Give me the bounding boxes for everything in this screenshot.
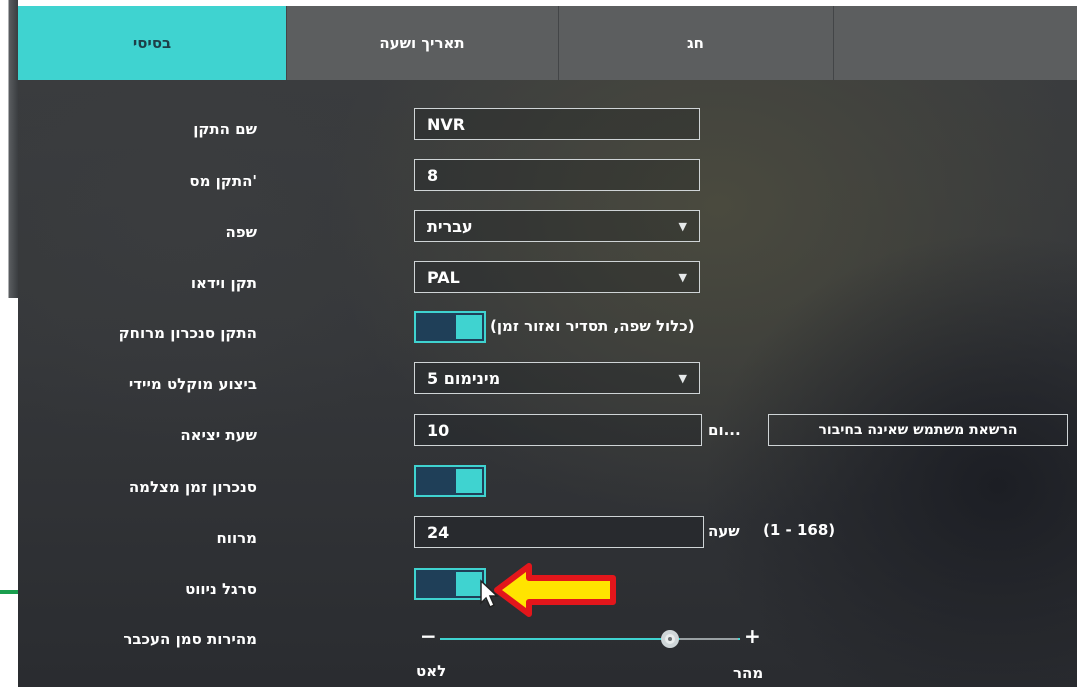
interval-field[interactable] xyxy=(414,516,704,548)
instant-playback-value: מינימום 5 xyxy=(427,368,501,388)
logout-time-input[interactable] xyxy=(427,420,689,440)
mouse-speed-decrease[interactable]: − xyxy=(420,624,437,648)
interval-unit: שעה xyxy=(708,522,740,540)
caret-down-icon: ▼ xyxy=(678,219,687,233)
nav-bar-label: סרגל ניווט xyxy=(185,580,257,598)
device-number-field[interactable] xyxy=(414,159,700,191)
language-value: עברית xyxy=(427,216,473,236)
arrow-left-icon xyxy=(494,563,616,617)
language-label: שפה xyxy=(225,223,257,241)
video-standard-select[interactable]: PAL ▼ xyxy=(414,261,700,293)
video-standard-value: PAL xyxy=(427,267,460,287)
interval-range: (1 - 168) xyxy=(763,521,836,539)
tab-basic[interactable]: בסיסי xyxy=(18,6,287,80)
nav-bar-toggle[interactable] xyxy=(414,568,486,600)
logout-time-unit: ...ום xyxy=(708,421,741,439)
mouse-speed-slow-label: לאט xyxy=(416,662,447,680)
interval-label: מרווח xyxy=(216,529,258,547)
caret-down-icon: ▼ xyxy=(678,270,687,284)
instant-playback-select[interactable]: מינימום 5 ▼ xyxy=(414,362,700,394)
logout-time-field[interactable] xyxy=(414,414,702,446)
mouse-speed-label: מהירות סמן העכבר xyxy=(123,630,257,648)
tab-holiday[interactable]: חג xyxy=(558,6,834,80)
device-number-input[interactable] xyxy=(427,165,687,185)
caret-down-icon: ▼ xyxy=(678,371,687,385)
mouse-speed-fast-label: מהר xyxy=(733,664,764,682)
interval-input[interactable] xyxy=(427,522,691,542)
remote-sync-toggle[interactable] xyxy=(414,311,486,343)
tab-date-time[interactable]: תאריך ושעה xyxy=(286,6,559,80)
mouse-speed-track[interactable] xyxy=(440,638,740,640)
tab-bar: בסיסי תאריך ושעה חג xyxy=(18,6,1077,80)
device-name-input[interactable] xyxy=(427,114,687,134)
mouse-speed-thumb[interactable] xyxy=(661,630,679,648)
instant-playback-label: ביצוע מוקלט מיידי xyxy=(128,375,257,393)
video-standard-label: תקן וידאו xyxy=(190,274,257,292)
device-name-label: שם התקן xyxy=(193,120,257,138)
camera-time-sync-label: סנכרון זמן מצלמה xyxy=(128,478,257,496)
language-select[interactable]: עברית ▼ xyxy=(414,210,700,242)
device-name-field[interactable] xyxy=(414,108,700,140)
screen-bezel xyxy=(0,0,18,688)
offline-user-permission-button[interactable]: הרשאת משתמש שאינה בחיבור xyxy=(768,414,1068,446)
remote-sync-label: התקן סנכרון מרוחק xyxy=(118,324,257,342)
tab-extra[interactable] xyxy=(833,6,1077,80)
logout-time-label: שעת יציאה xyxy=(180,426,257,444)
device-number-label: 'התקן מס xyxy=(189,172,257,190)
mouse-speed-increase[interactable]: + xyxy=(744,624,761,648)
remote-sync-note: (כלול שפה, תסדיר ואזור זמן) xyxy=(490,317,695,335)
camera-time-sync-toggle[interactable] xyxy=(414,465,486,497)
